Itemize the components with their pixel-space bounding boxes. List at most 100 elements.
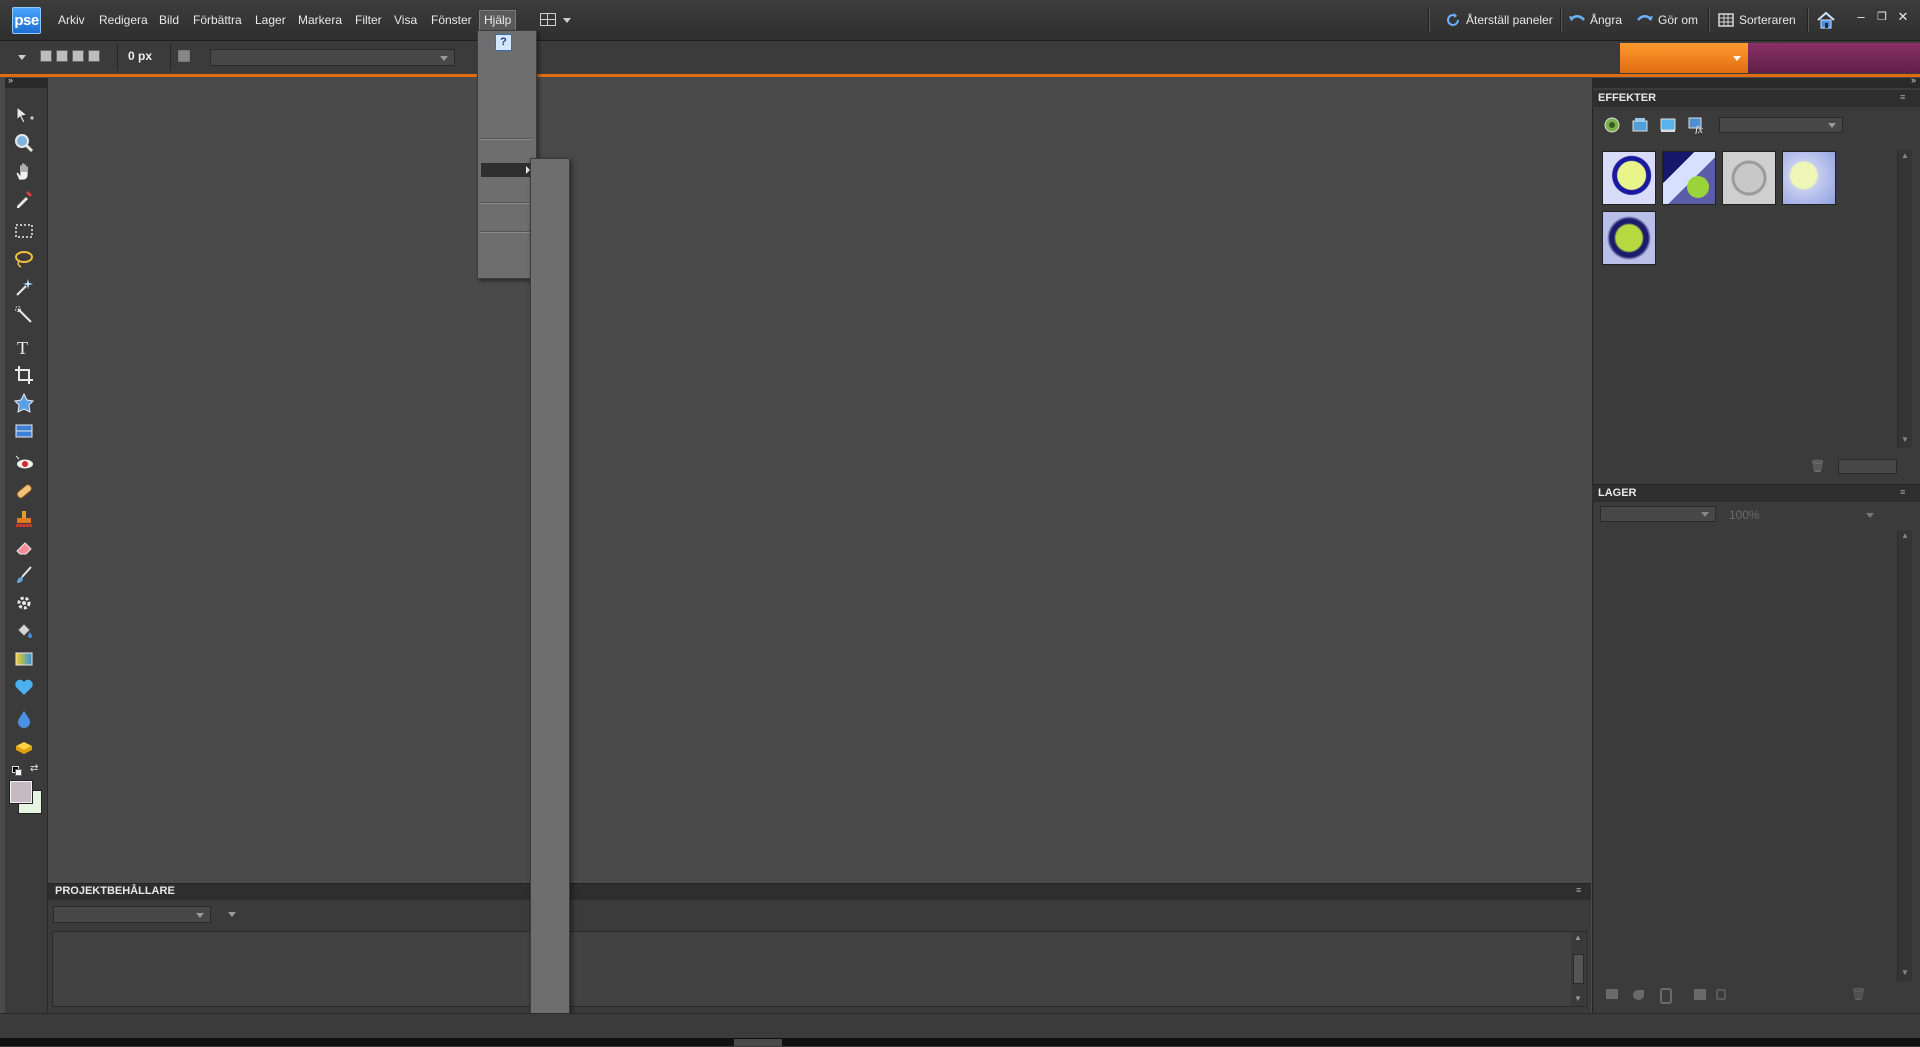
apply-effect-button[interactable]	[1838, 459, 1897, 474]
project-bin-scrollbar[interactable]: ▲ ▼	[1571, 932, 1585, 1006]
menu-filter[interactable]: Filter	[351, 11, 386, 30]
add-selection-icon[interactable]	[56, 50, 68, 62]
intersect-selection-icon[interactable]	[88, 50, 100, 62]
scroll-down-icon[interactable]: ▼	[1901, 435, 1909, 444]
effect-thumbnail[interactable]	[1602, 211, 1656, 265]
menu-bild[interactable]: Bild	[155, 11, 183, 30]
magic-wand-tool[interactable]	[13, 276, 37, 298]
crop-tool[interactable]	[13, 364, 37, 386]
lock-transparency-icon[interactable]	[1694, 989, 1706, 1000]
organizer-button[interactable]: Sorteraren	[1717, 9, 1796, 31]
foreground-color-swatch[interactable]	[9, 780, 33, 804]
subtract-selection-icon[interactable]	[72, 50, 84, 62]
type-tool[interactable]: T	[13, 336, 37, 358]
effect-thumbnail[interactable]	[1722, 151, 1776, 205]
clone-stamp-tool[interactable]	[13, 508, 37, 530]
undo-button[interactable]: Ångra	[1568, 9, 1622, 31]
straighten-tool[interactable]	[13, 420, 37, 442]
red-eye-removal-tool[interactable]	[13, 452, 37, 474]
menu-forbattra[interactable]: Förbättra	[189, 11, 246, 30]
panel-menu-icon[interactable]: ≡	[1900, 92, 1905, 102]
tool-preset-chevron-icon[interactable]	[18, 55, 26, 60]
effect-thumbnail[interactable]	[1782, 151, 1836, 205]
layer-styles-category-button[interactable]	[1631, 116, 1649, 134]
delete-layer-icon[interactable]: 🗑	[1851, 987, 1866, 1001]
photo-effects-category-button[interactable]	[1659, 116, 1677, 134]
project-bin-show-select[interactable]	[53, 906, 211, 923]
effects-category-select[interactable]	[1719, 117, 1843, 133]
scroll-up-icon[interactable]: ▲	[1901, 531, 1909, 540]
menu-lager[interactable]: Lager	[251, 11, 290, 30]
restore-button[interactable]: ❐	[1873, 8, 1891, 26]
scroll-up-icon[interactable]: ▲	[1901, 151, 1909, 160]
toolbox-collapse-bar[interactable]: »	[5, 75, 47, 88]
trash-icon[interactable]: 🗑	[1810, 459, 1825, 473]
brush-tool[interactable]	[13, 564, 37, 586]
help-menu-item[interactable]	[478, 235, 536, 275]
default-colors-icon[interactable]	[12, 766, 22, 776]
minimize-button[interactable]: –	[1852, 8, 1870, 26]
effect-thumbnail[interactable]	[1662, 151, 1716, 205]
eraser-tool[interactable]	[13, 536, 37, 558]
panel-bin-collapse-bar[interactable]: »	[1592, 75, 1920, 88]
blur-tool[interactable]	[13, 708, 37, 730]
aspect-ratio-select[interactable]	[210, 49, 455, 66]
adjustment-layer-icon[interactable]	[1633, 990, 1644, 1000]
effect-thumbnail[interactable]	[1602, 151, 1656, 205]
lasso-tool[interactable]	[13, 248, 37, 270]
menu-arkiv[interactable]: Arkiv	[54, 11, 89, 30]
eyedropper-tool[interactable]	[13, 188, 37, 210]
swap-colors-icon[interactable]: ⇄	[30, 763, 38, 774]
link-layers-icon[interactable]	[1660, 988, 1672, 1004]
edit-mode-tab-active[interactable]	[1620, 43, 1748, 73]
quick-selection-tool[interactable]	[13, 304, 37, 326]
scroll-down-icon[interactable]: ▼	[1574, 994, 1582, 1003]
sponge-tool[interactable]	[13, 736, 37, 758]
anti-alias-checkbox[interactable]	[178, 50, 190, 62]
effects-scrollbar[interactable]: ▲ ▼	[1897, 150, 1912, 448]
rectangular-marquee-tool[interactable]	[13, 220, 37, 242]
opacity-value[interactable]: 100%	[1729, 508, 1760, 522]
hand-tool[interactable]	[13, 160, 37, 182]
menu-redigera[interactable]: Redigera	[95, 11, 152, 30]
help-menu-item[interactable]	[478, 140, 536, 157]
opacity-chevron-icon[interactable]	[1866, 513, 1874, 518]
show-all-effects-button[interactable]: fx	[1687, 116, 1707, 136]
close-button[interactable]: ✕	[1894, 8, 1912, 26]
menu-fonster[interactable]: Fönster	[427, 11, 476, 30]
blend-mode-select[interactable]	[1600, 506, 1716, 522]
gradient-tool[interactable]	[13, 648, 37, 670]
help-menu-item[interactable]	[478, 51, 536, 131]
move-tool[interactable]	[13, 104, 37, 126]
panel-menu-icon[interactable]: ≡	[1576, 885, 1581, 895]
menu-visa[interactable]: Visa	[390, 11, 421, 30]
home-button[interactable]	[1815, 9, 1837, 31]
redo-button[interactable]: Gör om	[1636, 9, 1698, 31]
taskbar-item[interactable]	[734, 1039, 782, 1046]
new-selection-icon[interactable]	[40, 50, 52, 62]
spot-healing-brush-tool[interactable]	[13, 480, 37, 502]
filters-category-button[interactable]	[1603, 116, 1621, 134]
menu-hjalp[interactable]: Hjälp	[479, 10, 517, 31]
project-bin-thumbnails[interactable]	[52, 931, 1587, 1007]
layout-button[interactable]	[538, 11, 574, 30]
create-mode-tab[interactable]	[1748, 43, 1920, 73]
cookie-cutter-tool[interactable]	[13, 392, 37, 414]
document-canvas-area[interactable]	[48, 78, 1591, 883]
help-submenu[interactable]	[530, 158, 570, 1022]
new-layer-icon[interactable]	[1606, 989, 1618, 999]
scroll-up-icon[interactable]: ▲	[1574, 933, 1582, 942]
scroll-down-icon[interactable]: ▼	[1901, 968, 1909, 977]
lock-icon[interactable]	[1716, 989, 1726, 1000]
zoom-tool[interactable]	[13, 132, 37, 154]
custom-shape-tool[interactable]	[13, 676, 37, 698]
scrollbar-thumb[interactable]	[1573, 954, 1584, 984]
menu-markera[interactable]: Markera	[294, 11, 346, 30]
paint-bucket-tool[interactable]	[13, 620, 37, 642]
help-menu-item-highlighted[interactable]	[481, 163, 533, 177]
feather-value[interactable]: 0 px	[128, 49, 152, 63]
smart-brush-tool[interactable]	[13, 592, 37, 614]
layers-scrollbar[interactable]: ▲ ▼	[1897, 530, 1912, 982]
panel-menu-icon[interactable]: ≡	[1900, 487, 1905, 497]
reset-panels-button[interactable]: Återställ paneler	[1444, 9, 1553, 31]
